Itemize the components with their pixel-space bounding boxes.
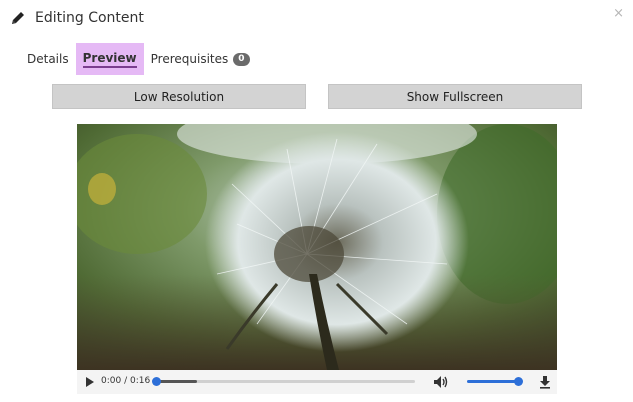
dialog-title: Editing Content: [35, 10, 144, 26]
tab-prerequisites[interactable]: Prerequisites 0: [144, 43, 257, 75]
prerequisites-count-badge: 0: [233, 52, 250, 66]
dialog-header: Editing Content ×: [0, 0, 633, 38]
dandelion-video-image: [77, 124, 557, 370]
play-icon[interactable]: [85, 376, 95, 388]
volume-slider[interactable]: [467, 377, 523, 386]
volume-handle[interactable]: [514, 377, 523, 386]
time-display: 0:00 / 0:16: [101, 376, 151, 386]
show-fullscreen-button[interactable]: Show Fullscreen: [328, 84, 582, 109]
tab-prerequisites-label: Prerequisites: [150, 52, 229, 66]
video-controls: 0:00 / 0:16: [77, 370, 557, 394]
low-resolution-button[interactable]: Low Resolution: [52, 84, 306, 109]
volume-icon[interactable]: [433, 375, 449, 389]
pencil-icon: [12, 12, 24, 24]
tab-details[interactable]: Details: [20, 43, 76, 75]
download-icon[interactable]: [539, 375, 551, 389]
seek-buffered: [155, 380, 197, 383]
seek-bar[interactable]: [152, 377, 415, 386]
tab-preview[interactable]: Preview: [75, 43, 144, 75]
close-icon[interactable]: ×: [613, 7, 624, 20]
tab-bar: Details Preview Prerequisites 0: [20, 43, 257, 75]
seek-handle[interactable]: [152, 377, 161, 386]
tab-details-label: Details: [27, 52, 69, 66]
tab-preview-label: Preview: [82, 51, 137, 68]
video-frame[interactable]: [77, 124, 557, 370]
